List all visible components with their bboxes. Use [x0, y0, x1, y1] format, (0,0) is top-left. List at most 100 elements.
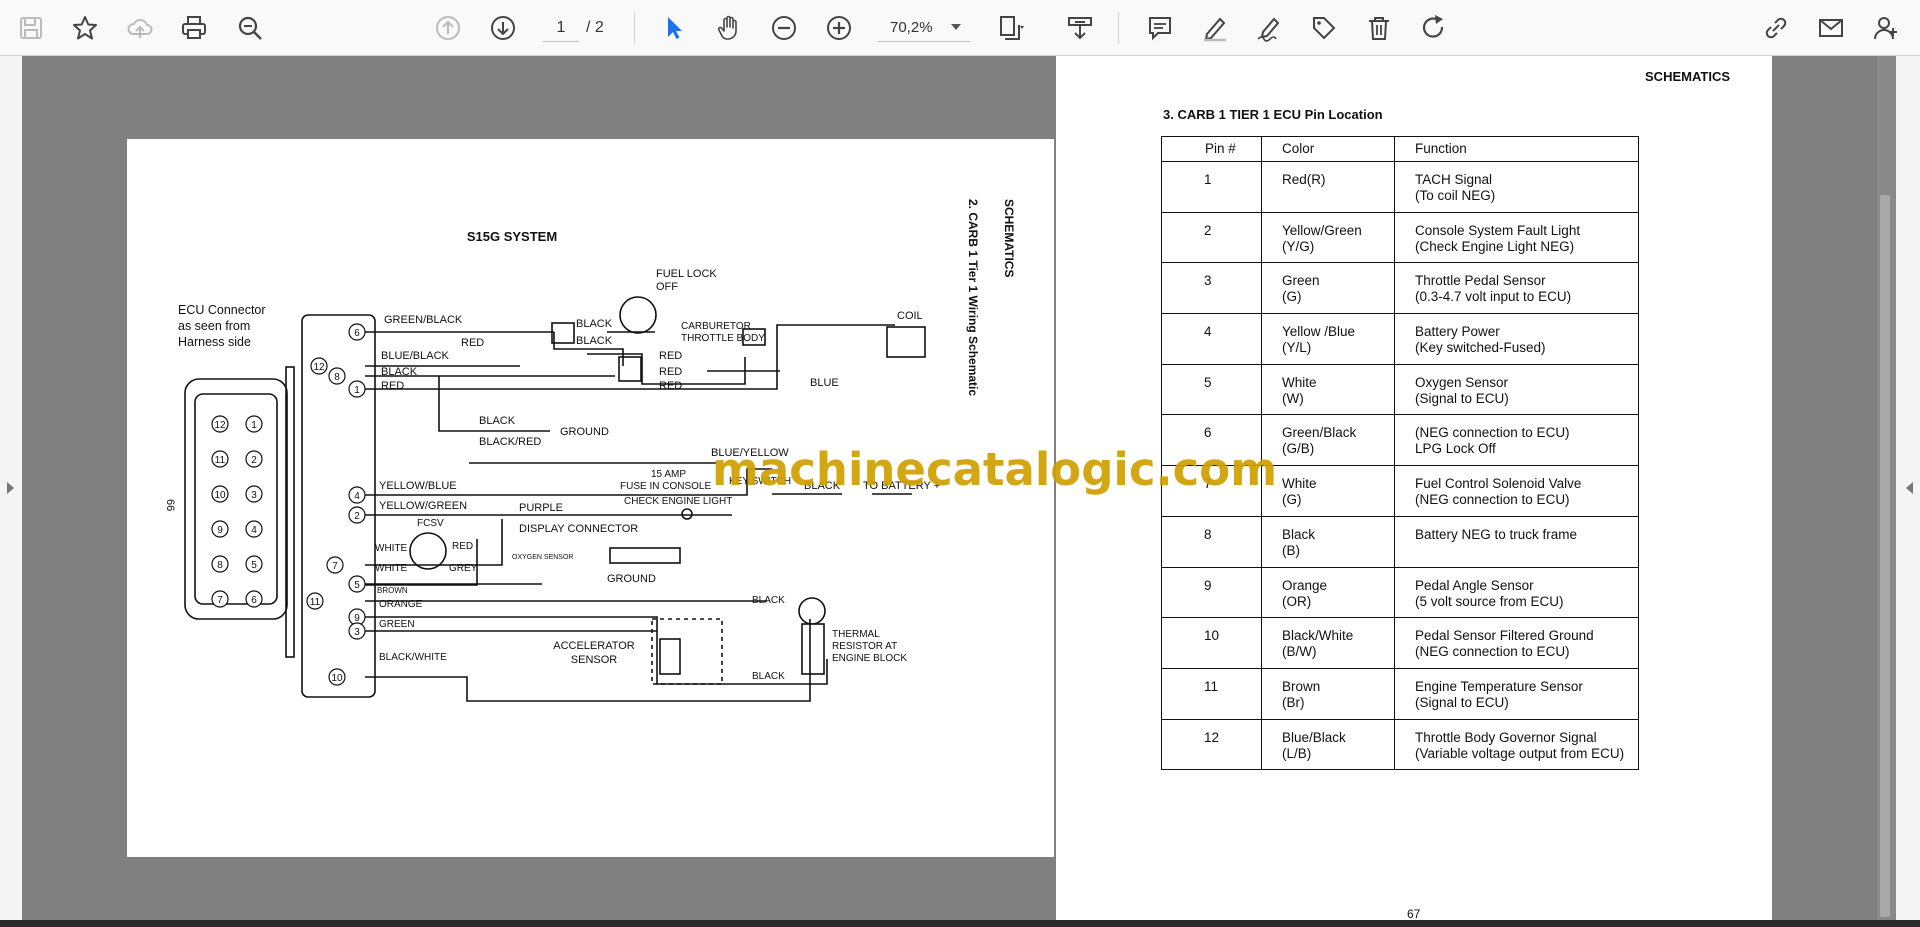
wiring-schematic: 12 11 10 9 8 7 1 2 3 4 5 6 6 12 8 1 4 2	[164, 199, 1016, 702]
function-line: Pedal Angle Sensor	[1415, 577, 1534, 593]
accelerator-label: ACCELERATOR	[553, 640, 635, 652]
harness-pin: 1	[354, 385, 360, 396]
pin-label: 12	[214, 420, 226, 431]
thermal-label: RESISTOR AT	[832, 641, 897, 652]
color-line: (L/B)	[1282, 745, 1312, 761]
pin-label: 10	[214, 490, 226, 501]
save-icon[interactable]	[13, 10, 49, 46]
wire-label: YELLOW/GREEN	[379, 500, 467, 512]
table-row: 4 Yellow /Blue (Y/L) Battery Power (Key swit…	[1161, 313, 1639, 365]
color-line: Green/Black	[1282, 425, 1357, 441]
pin-label: 2	[251, 455, 257, 466]
color-cell: Green (G)	[1261, 262, 1395, 315]
pin-label: 7	[217, 595, 223, 606]
function-line: Battery Power	[1415, 324, 1500, 340]
ground-label: GROUND	[607, 573, 656, 585]
color-line: (OR)	[1282, 593, 1312, 609]
pin-label: 6	[251, 595, 257, 606]
rotate-icon[interactable]	[1416, 10, 1452, 46]
color-line: White	[1282, 374, 1317, 390]
function-cell: Throttle Body Governor Signal (Variable v…	[1394, 718, 1639, 771]
thermal-label: ENGINE BLOCK	[832, 653, 907, 664]
color-cell: Black (B)	[1261, 515, 1395, 568]
scrollbar-thumb[interactable]	[1880, 195, 1890, 917]
function-line: Oxygen Sensor	[1415, 374, 1509, 390]
select-cursor-icon[interactable]	[656, 10, 692, 46]
function-line: (Signal to ECU)	[1415, 694, 1509, 710]
print-icon[interactable]	[176, 10, 212, 46]
tag-edit-icon[interactable]	[1306, 10, 1342, 46]
function-line: (Signal to ECU)	[1415, 390, 1509, 406]
function-cell: Oxygen Sensor (Signal to ECU)	[1394, 363, 1639, 416]
color-line: Yellow/Green	[1282, 222, 1362, 238]
wire-label: GREEN	[379, 619, 415, 630]
wire-label: ORANGE	[379, 599, 423, 610]
prev-page-icon[interactable]	[430, 10, 466, 46]
color-line: (W)	[1282, 390, 1304, 406]
zoom-in-icon[interactable]	[821, 10, 857, 46]
function-line: Throttle Pedal Sensor	[1415, 273, 1546, 289]
function-line: (NEG connection to ECU)	[1415, 425, 1570, 441]
chevron-down-icon[interactable]	[951, 24, 961, 30]
column-header: Function	[1394, 136, 1639, 162]
function-line: (5 volt source from ECU)	[1415, 593, 1564, 609]
pin-label: 9	[217, 525, 223, 536]
delete-icon[interactable]	[1361, 10, 1397, 46]
harness-pin: 9	[354, 613, 360, 624]
table-row: 11 Brown (Br) Engine Temperature Sensor (Sig…	[1161, 667, 1639, 720]
function-line: Throttle Body Governor Signal	[1415, 729, 1597, 745]
zoom-out-icon[interactable]	[766, 10, 802, 46]
function-line: LPG Lock Off	[1415, 441, 1496, 457]
pen-icon[interactable]	[1197, 10, 1233, 46]
comment-icon[interactable]	[1142, 10, 1178, 46]
color-cell: Red(R)	[1261, 161, 1395, 213]
color-cell: White (G)	[1261, 465, 1395, 517]
hand-tool-icon[interactable]	[711, 10, 747, 46]
upload-cloud-icon[interactable]	[122, 10, 158, 46]
color-line: Orange	[1282, 577, 1328, 593]
color-line: (Y/G)	[1282, 238, 1315, 254]
pin-cell: 9	[1161, 566, 1262, 619]
color-line: (G)	[1282, 492, 1302, 508]
carburetor-label: CARBURETOR	[681, 321, 751, 332]
pin-label: 5	[251, 560, 257, 571]
connector-caption: as seen from	[178, 319, 250, 333]
function-cell: TACH Signal (To coil NEG)	[1394, 161, 1639, 213]
add-user-icon[interactable]	[1868, 10, 1904, 46]
function-line: TACH Signal	[1415, 172, 1493, 187]
chevron-left-icon[interactable]	[1906, 482, 1913, 494]
harness-pin: 5	[354, 580, 360, 591]
function-line: Engine Temperature Sensor	[1415, 678, 1583, 694]
bookmark-star-icon[interactable]	[67, 10, 103, 46]
side-header: SCHEMATICS	[1002, 199, 1016, 277]
toolbar-divider	[1118, 12, 1119, 44]
pin-label: 3	[251, 490, 257, 501]
harness-pin: 2	[354, 511, 360, 522]
next-page-icon[interactable]	[485, 10, 521, 46]
side-title: 2. CARB 1 Tier 1 Wiring Schematic	[966, 199, 980, 396]
color-cell: Yellow/Green (Y/G)	[1261, 211, 1395, 264]
connector-caption: Harness side	[178, 335, 251, 349]
stamp-icon[interactable]	[1062, 10, 1098, 46]
chevron-right-icon[interactable]	[7, 482, 14, 494]
pin-label: 4	[251, 525, 257, 536]
wire-label: BLACK	[752, 671, 785, 682]
pin-cell: 10	[1161, 617, 1262, 669]
share-link-icon[interactable]	[1758, 10, 1794, 46]
email-icon[interactable]	[1813, 10, 1849, 46]
pin-cell: 12	[1161, 718, 1262, 771]
wire-label: RED	[461, 337, 484, 349]
thermal-label: THERMAL	[832, 629, 880, 640]
pin-cell: 1	[1161, 161, 1262, 213]
column-header: Color	[1261, 136, 1395, 162]
color-line: (G)	[1282, 289, 1302, 305]
color-cell: Green/Black (G/B)	[1261, 414, 1395, 467]
wire-label: BLACK/RED	[479, 436, 541, 448]
fit-page-icon[interactable]	[992, 10, 1028, 46]
zoom-search-icon[interactable]	[232, 10, 268, 46]
page-number-input[interactable]: 1	[543, 14, 579, 42]
page-total: / 2	[586, 19, 604, 36]
wire-label: BLUE	[810, 377, 839, 389]
fuel-lock-solenoid	[619, 296, 657, 334]
signature-icon[interactable]	[1251, 10, 1287, 46]
